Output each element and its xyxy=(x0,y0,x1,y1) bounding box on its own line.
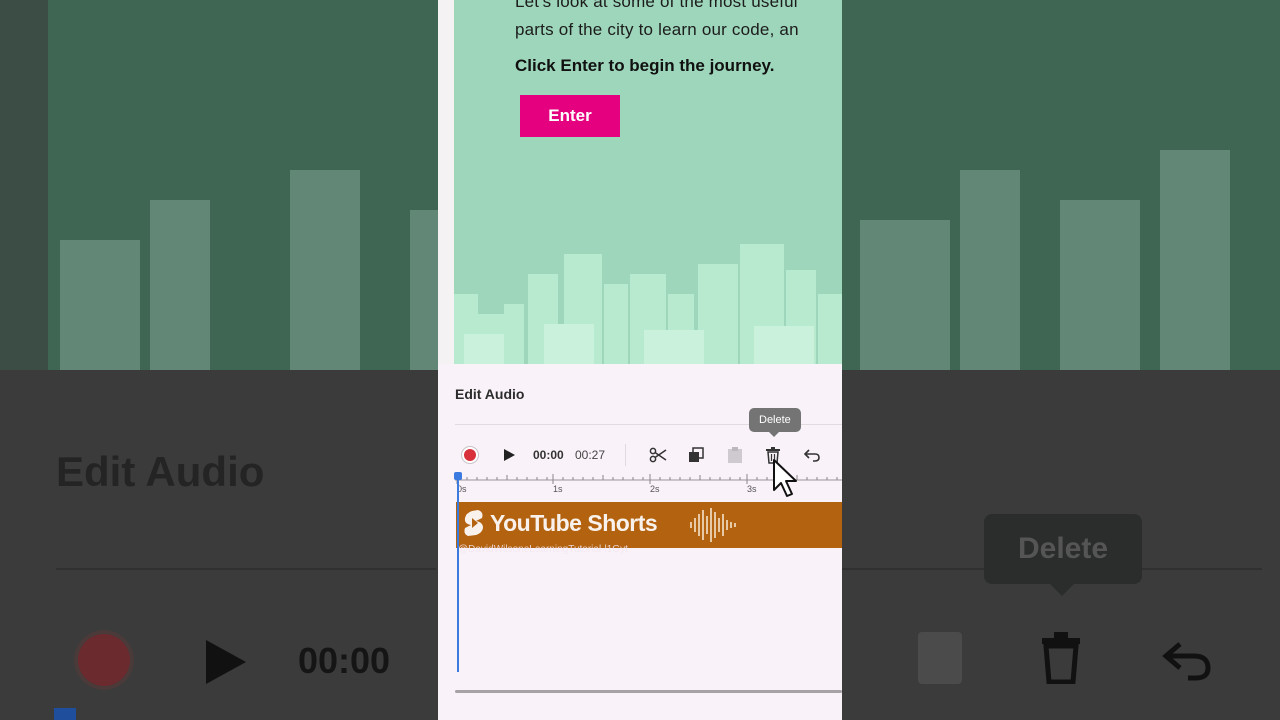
undo-icon xyxy=(803,449,820,462)
playhead[interactable] xyxy=(457,476,459,672)
background-playhead xyxy=(54,708,76,720)
background-paste-icon xyxy=(918,632,962,684)
background-edit-title: Edit Audio xyxy=(56,448,265,495)
record-icon xyxy=(464,449,476,461)
paste-button[interactable] xyxy=(725,444,745,466)
paste-icon xyxy=(728,447,742,463)
background-tooltip-text: Delete xyxy=(1017,532,1109,565)
scissors-icon xyxy=(649,447,667,463)
copy-icon xyxy=(689,447,704,462)
play-button[interactable] xyxy=(501,444,517,466)
audio-waveform xyxy=(690,508,736,542)
timeline-scrollbar[interactable] xyxy=(455,690,842,693)
background-record-icon xyxy=(78,634,130,686)
background-time: 00:00 xyxy=(298,640,391,681)
toolbar-divider xyxy=(625,444,626,466)
copy-button[interactable] xyxy=(686,444,706,466)
play-icon xyxy=(503,449,515,461)
mouse-cursor-icon xyxy=(773,459,797,497)
slide-text-line-1: Let's look at some of the most useful xyxy=(515,0,798,11)
youtube-shorts-label: YouTube Shorts xyxy=(490,509,658,536)
slide-preview: Let's look at some of the most useful pa… xyxy=(438,0,842,364)
cut-button[interactable] xyxy=(648,444,668,466)
record-button[interactable] xyxy=(460,444,480,466)
background-trash-icon xyxy=(1042,632,1080,684)
background-play-icon xyxy=(206,640,246,684)
slide-instruction: Click Enter to begin the journey. xyxy=(515,56,775,75)
youtube-shorts-watermark: YouTube Shorts xyxy=(462,509,658,537)
enter-button[interactable]: Enter xyxy=(520,95,620,137)
background-left-edge xyxy=(0,0,48,370)
editor-panel: Let's look at some of the most useful pa… xyxy=(438,0,842,720)
ruler-label-2: 2s xyxy=(650,484,660,494)
total-time: 00:27 xyxy=(575,448,606,462)
background-undo-icon xyxy=(1162,642,1211,681)
undo-button[interactable] xyxy=(802,444,822,466)
slide-edge xyxy=(438,0,454,364)
current-time: 00:00 xyxy=(533,448,564,462)
ruler-label-3: 3s xyxy=(747,484,757,494)
ruler-label-1: 1s xyxy=(553,484,563,494)
slide-text-line-2: parts of the city to learn our code, an xyxy=(515,20,799,39)
edit-audio-title: Edit Audio xyxy=(455,386,525,402)
city-skyline xyxy=(454,244,842,364)
background-tooltip: Delete xyxy=(984,514,1142,596)
background-divider-left xyxy=(56,568,436,570)
youtube-shorts-icon xyxy=(464,510,483,536)
delete-tooltip: Delete xyxy=(749,408,801,437)
channel-handle: @DavidWilsoneLearningTutorial-l1Gyt xyxy=(458,544,628,555)
